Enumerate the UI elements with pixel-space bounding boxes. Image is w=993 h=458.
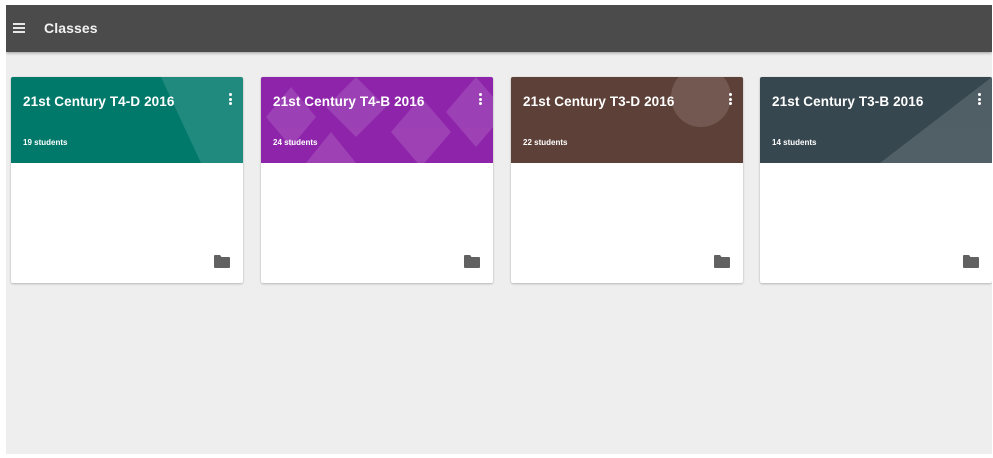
folder-icon[interactable] — [464, 254, 480, 268]
student-count: 22 students — [523, 138, 568, 147]
class-title[interactable]: 21st Century T3-B 2016 — [772, 94, 924, 109]
student-count: 19 students — [23, 138, 68, 147]
class-title[interactable]: 21st Century T3-D 2016 — [523, 94, 675, 109]
class-card[interactable]: 21st Century T4-B 2016 24 students — [261, 77, 493, 283]
folder-icon[interactable] — [714, 254, 730, 268]
class-card-header[interactable]: 21st Century T3-D 2016 22 students — [511, 77, 743, 163]
more-vert-icon[interactable] — [226, 93, 234, 109]
class-card[interactable]: 21st Century T3-D 2016 22 students — [511, 77, 743, 283]
class-card[interactable]: 21st Century T4-D 2016 19 students — [11, 77, 243, 283]
header-pattern — [266, 77, 493, 163]
more-vert-icon[interactable] — [726, 93, 734, 109]
hamburger-menu-icon[interactable] — [13, 23, 25, 33]
top-app-bar: Classes — [6, 5, 992, 52]
class-card-header[interactable]: 21st Century T4-B 2016 24 students — [261, 77, 493, 163]
app-window: Classes 21st Century T4-D 2016 19 studen… — [6, 5, 992, 454]
class-title[interactable]: 21st Century T4-D 2016 — [23, 94, 175, 109]
more-vert-icon[interactable] — [975, 93, 983, 109]
class-card[interactable]: 21st Century T3-B 2016 14 students — [760, 77, 992, 283]
class-card-header[interactable]: 21st Century T4-D 2016 19 students — [11, 77, 243, 163]
header-pattern — [880, 77, 992, 163]
student-count: 24 students — [273, 138, 318, 147]
folder-icon[interactable] — [214, 254, 230, 268]
student-count: 14 students — [772, 138, 817, 147]
header-pattern — [161, 77, 243, 163]
more-vert-icon[interactable] — [476, 93, 484, 109]
class-card-header[interactable]: 21st Century T3-B 2016 14 students — [760, 77, 992, 163]
page-title: Classes — [44, 20, 98, 36]
header-pattern — [671, 77, 731, 127]
folder-icon[interactable] — [963, 254, 979, 268]
class-title[interactable]: 21st Century T4-B 2016 — [273, 94, 425, 109]
class-card-grid: 21st Century T4-D 2016 19 students 21st … — [11, 77, 992, 287]
